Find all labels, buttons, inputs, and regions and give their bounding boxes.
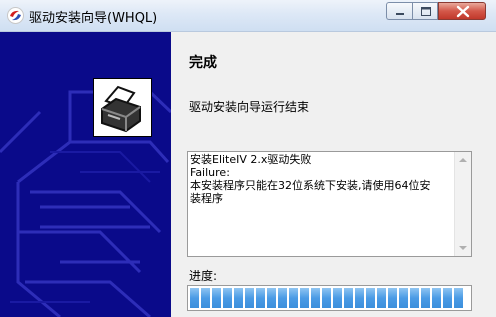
progress-bar [187, 285, 472, 311]
progress-segment [443, 288, 452, 308]
progress-segment [289, 288, 298, 308]
progress-segment [355, 288, 364, 308]
progress-segment [377, 288, 386, 308]
window-title: 驱动安装向导(WHQL) [29, 11, 158, 26]
printer-icon [93, 78, 152, 137]
page-subtitle: 驱动安装向导运行结束 [189, 100, 310, 114]
printer-illustration [0, 90, 171, 317]
progress-segment [212, 288, 221, 308]
wizard-banner [0, 32, 171, 317]
progress-segment [245, 288, 254, 308]
progress-segment [267, 288, 276, 308]
progress-segment [410, 288, 419, 308]
maximize-icon [421, 7, 431, 16]
progress-segment [223, 288, 232, 308]
log-text: 安装EliteIV 2.x驱动失败 Failure: 本安装程序只能在32位系统… [190, 153, 431, 205]
progress-segment [388, 288, 397, 308]
progress-label: 进度: [189, 269, 218, 283]
scroll-up-button[interactable] [455, 152, 471, 168]
progress-segment [399, 288, 408, 308]
maximize-button[interactable] [412, 2, 438, 20]
scroll-down-button[interactable] [455, 240, 471, 256]
progress-segment [278, 288, 287, 308]
progress-segment [256, 288, 265, 308]
minimize-icon [396, 13, 404, 15]
app-logo-icon [7, 7, 24, 24]
chevron-up-icon [459, 158, 467, 162]
title-bar: 驱动安装向导(WHQL) [0, 0, 496, 32]
progress-segment [333, 288, 342, 308]
progress-segment [201, 288, 210, 308]
page-title: 完成 [189, 55, 217, 71]
progress-segment [454, 288, 463, 308]
progress-segment [322, 288, 331, 308]
progress-segment [421, 288, 430, 308]
close-icon [456, 5, 470, 18]
progress-segment [366, 288, 375, 308]
close-button[interactable] [438, 2, 486, 20]
progress-segment [190, 288, 199, 308]
progress-segment [432, 288, 441, 308]
chevron-down-icon [459, 246, 467, 250]
minimize-button[interactable] [386, 2, 412, 20]
progress-segment [300, 288, 309, 308]
log-textarea[interactable]: 安装EliteIV 2.x驱动失败 Failure: 本安装程序只能在32位系统… [187, 151, 472, 257]
log-scrollbar[interactable] [454, 152, 471, 256]
progress-segment [234, 288, 243, 308]
progress-fill [190, 288, 469, 308]
progress-segment [344, 288, 353, 308]
progress-segment [311, 288, 320, 308]
